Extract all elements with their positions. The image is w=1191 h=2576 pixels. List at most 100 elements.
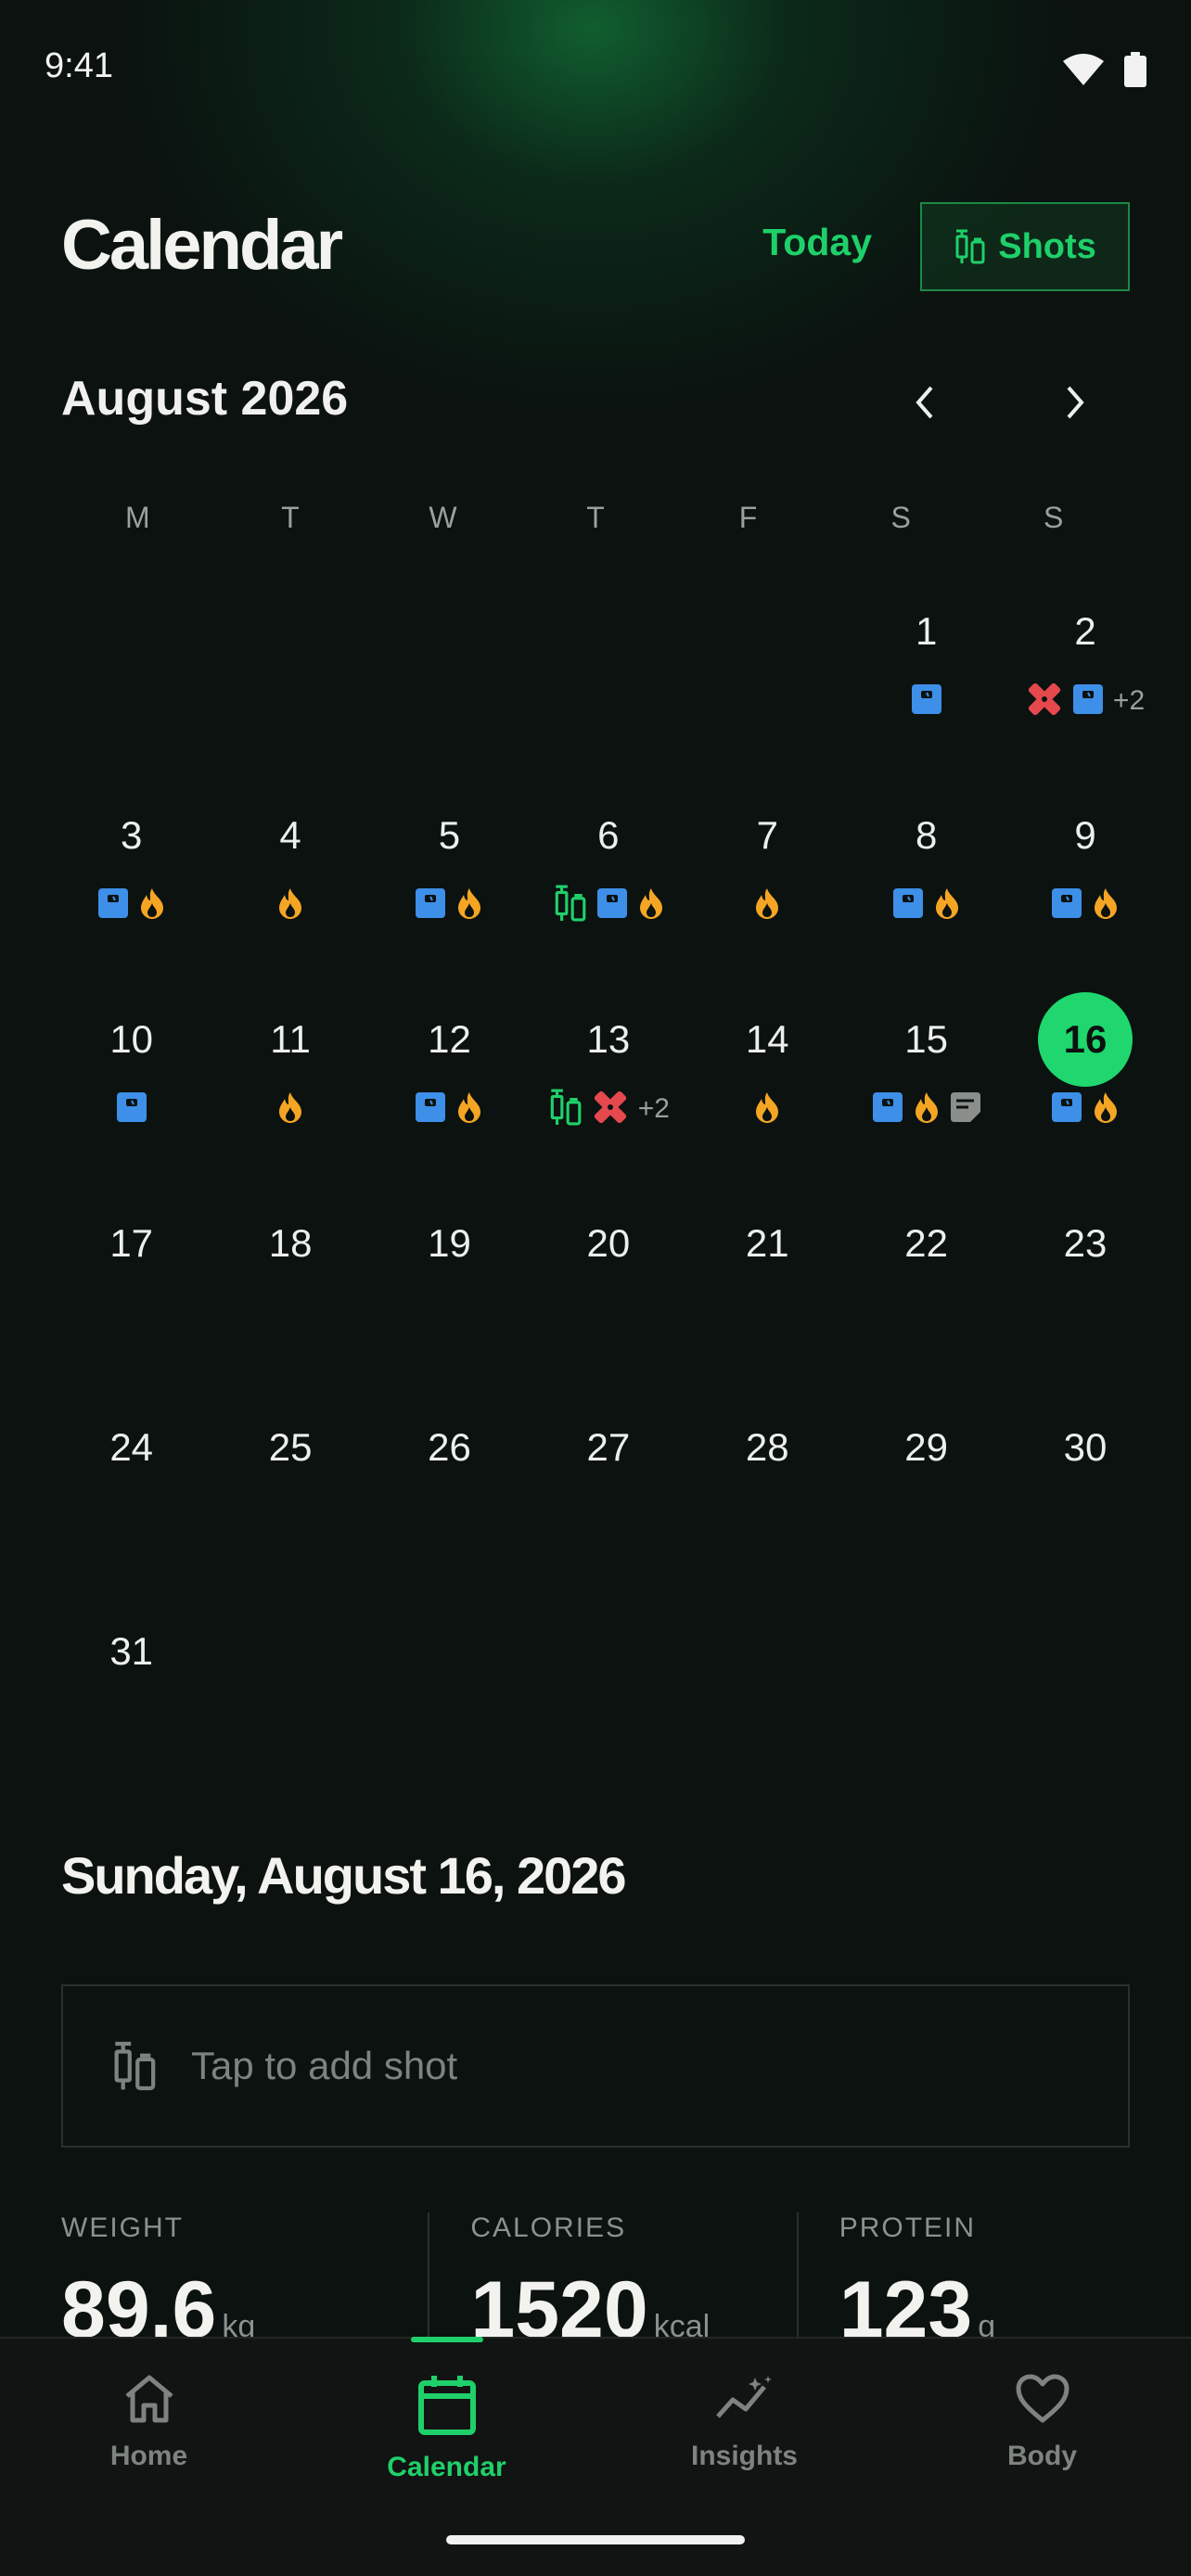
chevron-right-icon[interactable] xyxy=(1056,384,1093,421)
calendar-day[interactable]: 2 +2 xyxy=(1005,584,1164,788)
flame-icon xyxy=(1092,1090,1120,1128)
tab-label: Home xyxy=(109,2441,188,2471)
day-number: 6 xyxy=(597,813,620,857)
scale-icon xyxy=(892,887,924,923)
weekday-header: M T W T F S S xyxy=(61,501,1130,535)
day-number: 12 xyxy=(428,1017,471,1061)
calendar-day[interactable]: 7 xyxy=(688,788,847,992)
status-time: 9:41 xyxy=(45,46,113,85)
calendar-day[interactable]: 30 xyxy=(1005,1400,1164,1604)
shots-button[interactable]: Shots xyxy=(920,202,1130,291)
tab-body[interactable]: Body xyxy=(893,2339,1191,2524)
calendar-day[interactable]: 22 xyxy=(847,1196,1005,1400)
scale-icon xyxy=(872,1091,903,1127)
calendar-day[interactable]: 3 xyxy=(52,788,211,992)
tab-label: Calendar xyxy=(387,2452,506,2482)
add-shot-field[interactable]: Tap to add shot xyxy=(61,1984,1130,2148)
weekday-label: S xyxy=(1044,501,1064,534)
flame-icon xyxy=(276,886,304,924)
flame-icon xyxy=(913,1090,941,1128)
calendar-day[interactable]: 13 +2 xyxy=(529,992,687,1196)
calendar-day[interactable]: 14 xyxy=(688,992,847,1196)
chevron-left-icon[interactable] xyxy=(907,384,944,421)
day-number: 1 xyxy=(915,609,938,653)
stat-protein[interactable]: PROTEIN 123 g xyxy=(796,2213,1165,2356)
calendar-day[interactable]: 23 xyxy=(1005,1196,1164,1400)
day-number: 28 xyxy=(745,1425,789,1469)
calendar-day[interactable]: 25 xyxy=(211,1400,369,1604)
day-number: 25 xyxy=(268,1425,313,1469)
calendar-day-empty xyxy=(688,584,847,788)
day-number: 9 xyxy=(1074,813,1096,857)
page-header: Calendar Today Shots xyxy=(61,195,1130,297)
flame-icon xyxy=(138,886,166,924)
calendar-day-empty xyxy=(211,584,369,788)
day-number: 11 xyxy=(270,1017,311,1061)
calendar-day[interactable]: 29 xyxy=(847,1400,1005,1604)
calendar-day[interactable]: 17 xyxy=(52,1196,211,1400)
scale-icon xyxy=(415,1091,446,1127)
calendar-day[interactable]: 24 xyxy=(52,1400,211,1604)
calendar-day[interactable]: 1 xyxy=(847,584,1005,788)
day-number: 19 xyxy=(428,1221,471,1265)
stat-label: CALORIES xyxy=(470,2213,627,2243)
flame-icon xyxy=(753,886,781,924)
day-number: 18 xyxy=(268,1221,313,1265)
tab-home[interactable]: Home xyxy=(0,2339,298,2524)
calendar-day[interactable]: 16 xyxy=(1005,992,1164,1196)
scale-icon xyxy=(116,1091,147,1127)
calendar-day[interactable]: 15 xyxy=(847,992,1005,1196)
note-icon xyxy=(950,1091,981,1127)
calendar-day[interactable]: 10 xyxy=(52,992,211,1196)
day-markers: +2 xyxy=(1026,682,1145,720)
scale-icon xyxy=(415,887,446,923)
day-markers xyxy=(1051,1090,1120,1128)
calendar-day[interactable]: 9 xyxy=(1005,788,1164,992)
weekday-label: S xyxy=(890,501,911,534)
scale-icon xyxy=(596,887,628,923)
today-button[interactable]: Today xyxy=(762,221,872,264)
active-tab-indicator xyxy=(410,2337,483,2342)
scale-icon xyxy=(911,683,942,719)
tab-calendar[interactable]: Calendar xyxy=(298,2337,596,2524)
day-number: 23 xyxy=(1063,1221,1108,1265)
day-markers xyxy=(753,1090,781,1128)
stat-weight[interactable]: WEIGHT 89.6 kg xyxy=(61,2213,428,2356)
add-shot-placeholder: Tap to add shot xyxy=(191,2044,458,2087)
calendar-day[interactable]: 5 xyxy=(370,788,529,992)
more-markers-count: +2 xyxy=(1112,685,1146,716)
day-number: 4 xyxy=(279,813,301,857)
flame-icon xyxy=(753,1090,781,1128)
more-markers-count: +2 xyxy=(637,1093,670,1124)
calendar-day[interactable]: 19 xyxy=(370,1196,529,1400)
stat-calories[interactable]: CALORIES 1520 kcal xyxy=(428,2213,796,2356)
calendar-day[interactable]: 20 xyxy=(529,1196,687,1400)
calendar-day[interactable]: 6 xyxy=(529,788,687,992)
calendar-day[interactable]: 4 xyxy=(211,788,369,992)
day-number: 24 xyxy=(109,1425,154,1469)
calendar-day[interactable]: 27 xyxy=(529,1400,687,1604)
flame-icon xyxy=(276,1090,304,1128)
calendar-day[interactable]: 21 xyxy=(688,1196,847,1400)
calendar-day[interactable]: 31 xyxy=(52,1604,211,1808)
patch-icon xyxy=(592,1089,629,1129)
day-markers xyxy=(753,886,781,924)
calendar-day[interactable]: 18 xyxy=(211,1196,369,1400)
calendar-day[interactable]: 8 xyxy=(847,788,1005,992)
calendar-day[interactable]: 26 xyxy=(370,1400,529,1604)
calendar-day-empty xyxy=(52,584,211,788)
weekday-label: T xyxy=(281,501,300,534)
calendar-day[interactable]: 11 xyxy=(211,992,369,1196)
day-markers xyxy=(552,885,665,924)
day-number: 21 xyxy=(745,1221,789,1265)
daily-stats: WEIGHT 89.6 kg CALORIES 1520 kcal PROTEIN … xyxy=(61,2213,1165,2356)
flame-icon xyxy=(933,886,961,924)
day-number: 20 xyxy=(586,1221,631,1265)
day-markers xyxy=(892,886,961,924)
day-number: 8 xyxy=(915,813,938,857)
day-markers xyxy=(116,1090,147,1128)
tab-insights[interactable]: Insights xyxy=(596,2339,893,2524)
calendar-day[interactable]: 28 xyxy=(688,1400,847,1604)
syringe-vial-icon xyxy=(955,229,985,264)
calendar-day[interactable]: 12 xyxy=(370,992,529,1196)
